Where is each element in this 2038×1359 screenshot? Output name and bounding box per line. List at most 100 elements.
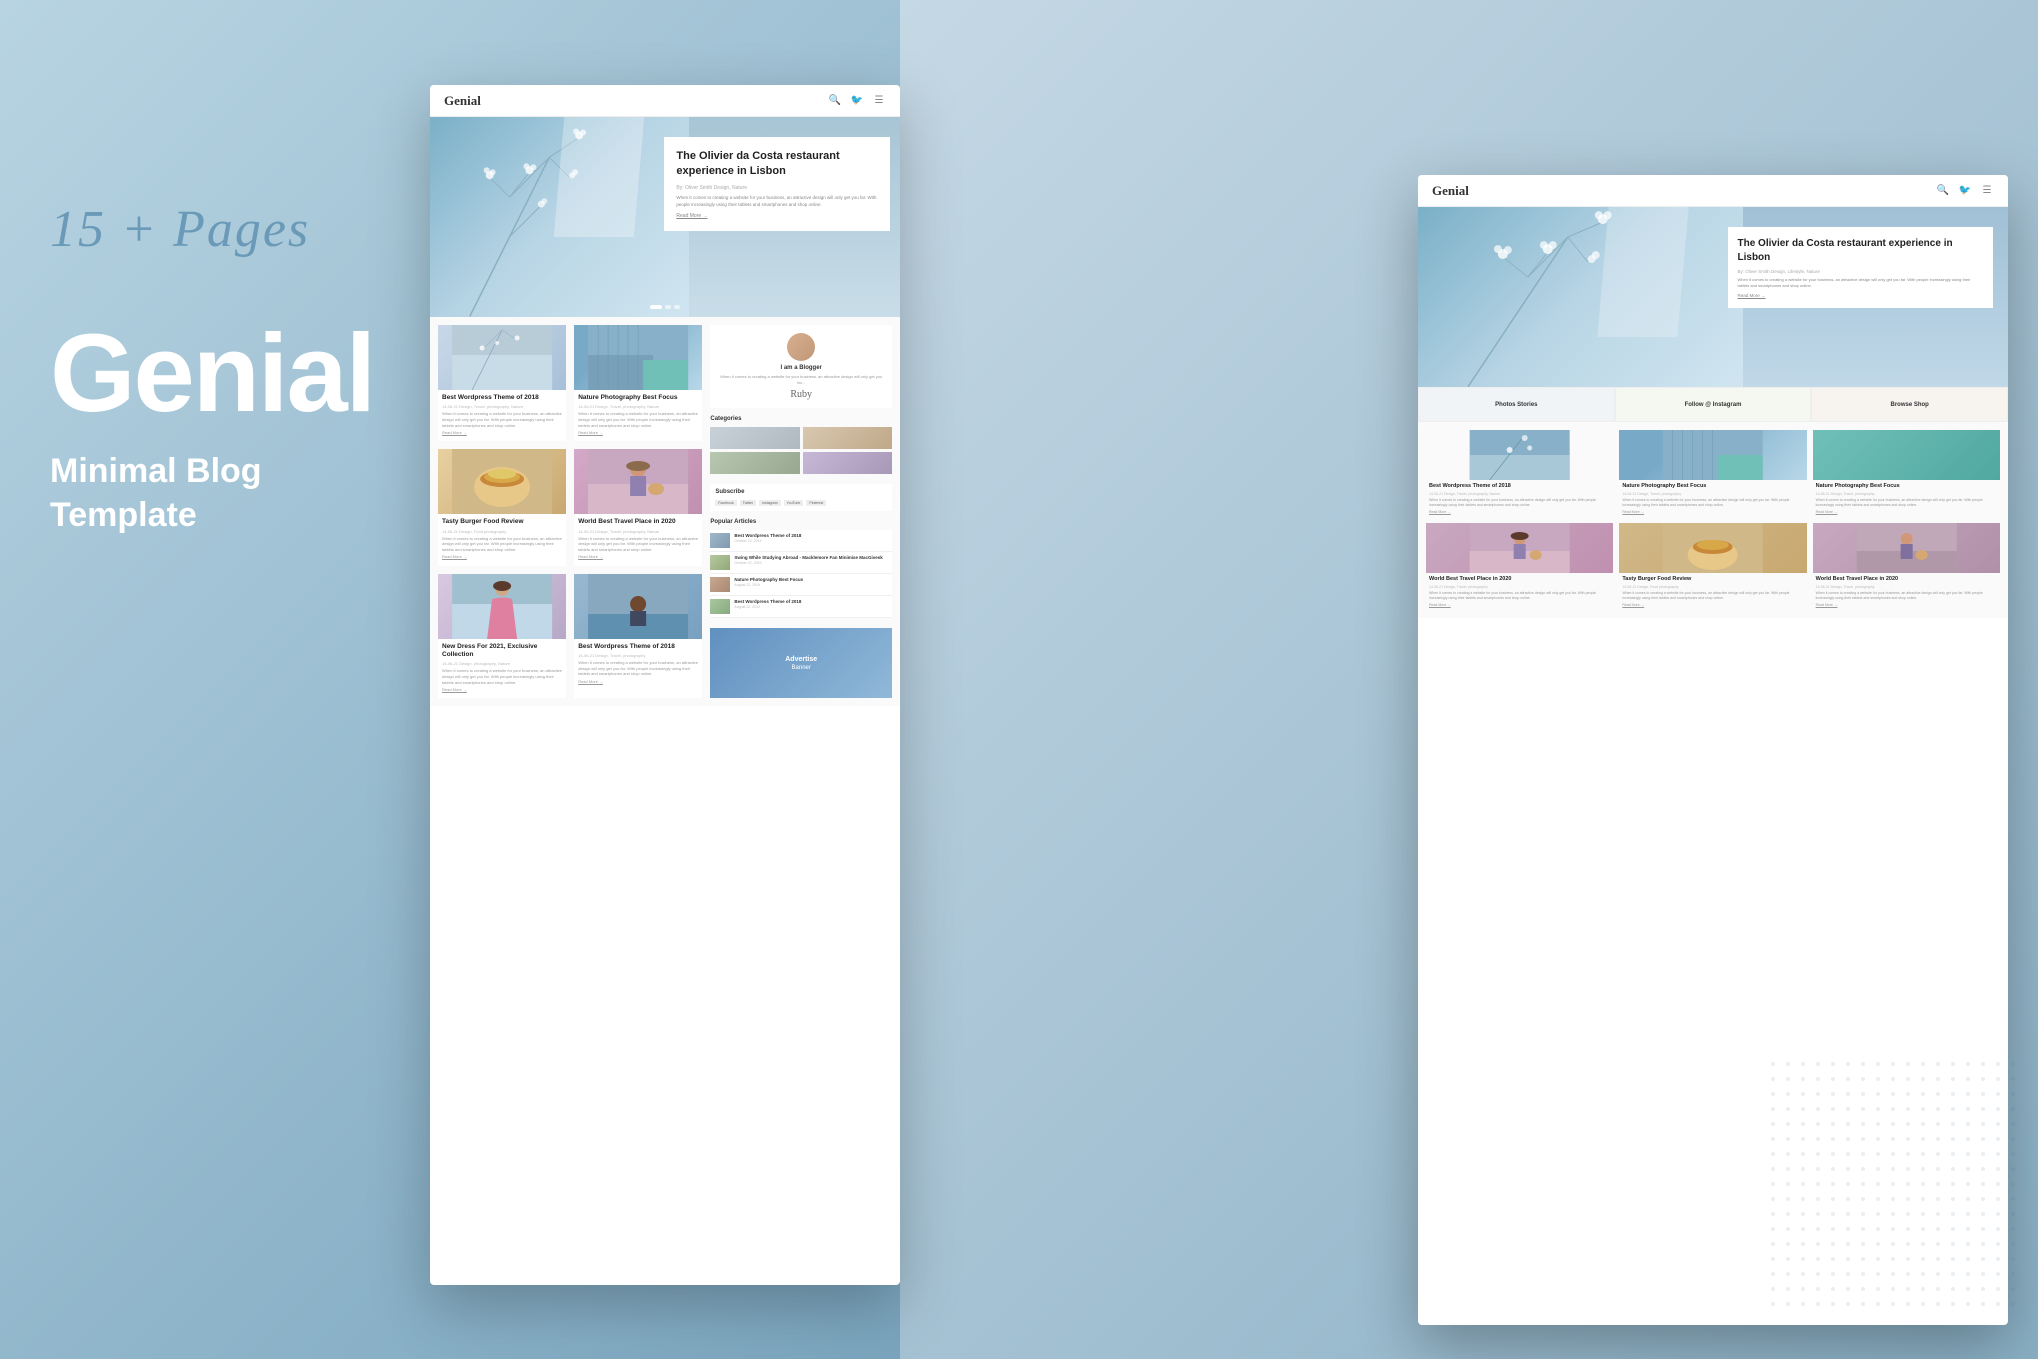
card-1-text: When it comes to creating a website for … — [442, 411, 562, 428]
right-building-svg — [1619, 430, 1806, 480]
banner-btn-shop[interactable]: Browse Shop — [1811, 387, 2008, 422]
right-card-1-link[interactable]: Read More → — [1429, 510, 1610, 514]
card-5-text: When it comes to creating a website for … — [442, 668, 562, 685]
popular-item-4[interactable]: Best Wordpress Theme of 2018 August 22, … — [710, 596, 892, 618]
card-1-link[interactable]: Read More → — [442, 430, 562, 435]
popular-item-3[interactable]: Nature Photography Best Focus August 22,… — [710, 574, 892, 596]
blogger-text: When it comes to creating a website for … — [718, 374, 884, 385]
popular-item-1[interactable]: Best Wordpress Theme of 2018 October 22,… — [710, 530, 892, 552]
right-travel2-svg — [1813, 523, 2000, 573]
right-card-3-text: When it comes to creating a website for … — [1816, 498, 1997, 508]
tagline-line2: Template — [50, 496, 197, 534]
card-4-title: World Best Travel Place in 2020 — [578, 518, 698, 526]
right-card-5-text: When it comes to creating a website for … — [1622, 591, 1803, 601]
right-hero-body: When it comes to creating a website for … — [1738, 277, 1984, 289]
card-3-link[interactable]: Read More → — [442, 554, 562, 559]
travel-svg — [574, 449, 702, 514]
right-menu-icon[interactable]: ☰ — [1980, 184, 1994, 198]
banner-btn-instagram[interactable]: Follow @ Instagram — [1615, 387, 1812, 422]
card-1-title: Best Wordpress Theme of 2018 — [442, 394, 562, 402]
card-2-link[interactable]: Read More → — [578, 430, 698, 435]
card-3-title: Tasty Burger Food Review — [442, 518, 562, 526]
popular-date-3: August 22, 2019 — [734, 583, 892, 587]
card-5-meta: 14-06-21 Design, photography, Nature — [442, 661, 562, 666]
right-hero-read-more[interactable]: Read More → — [1738, 293, 1984, 298]
right-card-5-link[interactable]: Read More → — [1622, 603, 1803, 607]
card-6-title: Best Wordpress Theme of 2018 — [578, 643, 698, 651]
right-browser-nav: Genial 🔍 🐦 ☰ — [1418, 175, 2008, 207]
right-geo-shape — [1597, 207, 1688, 337]
search-icon[interactable]: 🔍 — [828, 94, 842, 108]
pages-count: 15 + Pages — [50, 200, 430, 259]
right-card-4-title: World Best Travel Place in 2020 — [1429, 576, 1610, 583]
advertise-banner: Advertise Banner — [710, 628, 892, 698]
right-card-6-title: World Best Travel Place in 2020 — [1816, 576, 1997, 583]
right-card-2-title: Nature Photography Best Focus — [1622, 483, 1803, 490]
right-browser-icons: 🔍 🐦 ☰ — [1936, 184, 1994, 198]
categories-title: Categories — [710, 416, 892, 422]
category-3[interactable] — [710, 452, 799, 474]
card-1-meta: 14-06-21 Design, Travel, photography, Na… — [442, 404, 562, 409]
right-card-3-title: Nature Photography Best Focus — [1816, 483, 1997, 490]
banner-btn-instagram-label: Follow @ Instagram — [1685, 402, 1742, 408]
popular-item-2[interactable]: Swing While Studying Abroad - Macklemore… — [710, 552, 892, 574]
subscribe-twitter[interactable]: Twitter — [740, 500, 756, 506]
banner-btn-photos-label: Photos Stories — [1495, 402, 1537, 408]
popular-info-2: Swing While Studying Abroad - Macklemore… — [734, 555, 892, 565]
advertise-subtitle: Banner — [792, 665, 811, 671]
hero-read-more[interactable]: Read More → — [676, 213, 878, 219]
nav-dot-2[interactable] — [665, 305, 671, 309]
card-3-meta: 14-06-21 Design, Food photography — [442, 529, 562, 534]
right-search-icon[interactable]: 🔍 — [1936, 184, 1950, 198]
sidebar: I am a Blogger When it comes to creating… — [710, 325, 892, 698]
card-2-text: When it comes to creating a website for … — [578, 411, 698, 428]
card-4-link[interactable]: Read More → — [578, 554, 698, 559]
card-2-body: Nature Photography Best Focus 14-06-21 D… — [574, 390, 702, 441]
card-5-link[interactable]: Read More → — [442, 687, 562, 692]
right-card-2-link[interactable]: Read More → — [1622, 510, 1803, 514]
right-card-4-img — [1426, 523, 1613, 573]
right-card-6-body: World Best Travel Place in 2020 14-06-21… — [1813, 573, 2000, 610]
subscribe-instagram[interactable]: Instagram — [759, 500, 781, 506]
nav-dot-3[interactable] — [674, 305, 680, 309]
right-twitter-icon[interactable]: 🐦 — [1958, 184, 1972, 198]
right-card-3-link[interactable]: Read More → — [1816, 510, 1997, 514]
right-card-3-body: Nature Photography Best Focus 14-06-21 D… — [1813, 480, 2000, 517]
card-6-meta: 14-06-21 Design, Travel, photography — [578, 653, 698, 658]
right-card-1-meta: 14-06-21 Design, Travel, photography, Na… — [1429, 492, 1610, 496]
card-4-meta: 14-06-21 Design, Travel, photography, Na… — [578, 529, 698, 534]
subscribe-facebook[interactable]: Facebook — [715, 500, 736, 506]
menu-icon[interactable]: ☰ — [872, 94, 886, 108]
blog-card-1: Best Wordpress Theme of 2018 14-06-21 De… — [438, 325, 566, 441]
hero-nav-dots — [650, 305, 680, 309]
twitter-icon[interactable]: 🐦 — [850, 94, 864, 108]
right-card-6-link[interactable]: Read More → — [1816, 603, 1997, 607]
blog-card-3: Tasty Burger Food Review 14-06-21 Design… — [438, 449, 566, 565]
card-6-link[interactable]: Read More → — [578, 679, 698, 684]
card-2-title: Nature Photography Best Focus — [578, 394, 698, 402]
category-4[interactable] — [803, 452, 892, 474]
subscribe-pinterest[interactable]: Pinterest — [806, 500, 826, 506]
right-card-4-meta: 14-06-21 Design, Travel, photography — [1429, 585, 1610, 589]
right-card-6-meta: 14-06-21 Design, Travel, photography — [1816, 585, 1997, 589]
sidebar-blogger: I am a Blogger When it comes to creating… — [710, 325, 892, 408]
category-2[interactable] — [803, 427, 892, 449]
card-5-title: New Dress For 2021, Exclusive Collection — [442, 643, 562, 660]
right-card-4-text: When it comes to creating a website for … — [1429, 591, 1610, 601]
card-3-img — [438, 449, 566, 514]
right-card-5-img — [1619, 523, 1806, 573]
subscribe-widget: Subscribe Facebook Twitter Instagram You… — [710, 484, 892, 511]
right-card-5: Tasty Burger Food Review 14-06-21 Design… — [1619, 523, 1806, 610]
subscribe-youtube[interactable]: YouTube — [784, 500, 804, 506]
hero-flower-image — [430, 117, 689, 317]
right-card-1-text: When it comes to creating a website for … — [1429, 498, 1610, 508]
left-hero-section: The Olivier da Costa restaurant experien… — [430, 117, 900, 317]
banner-buttons-row: Photos Stories Follow @ Instagram Browse… — [1418, 387, 2008, 422]
banner-btn-photos[interactable]: Photos Stories — [1418, 387, 1615, 422]
category-1[interactable] — [710, 427, 799, 449]
right-travel-svg — [1426, 523, 1613, 573]
right-hero-text-box: The Olivier da Costa restaurant experien… — [1728, 227, 1994, 308]
left-panel: 15 + Pages Genial Minimal Blog Template — [50, 200, 430, 537]
nav-dot-1[interactable] — [650, 305, 662, 309]
right-card-4-link[interactable]: Read More → — [1429, 603, 1610, 607]
